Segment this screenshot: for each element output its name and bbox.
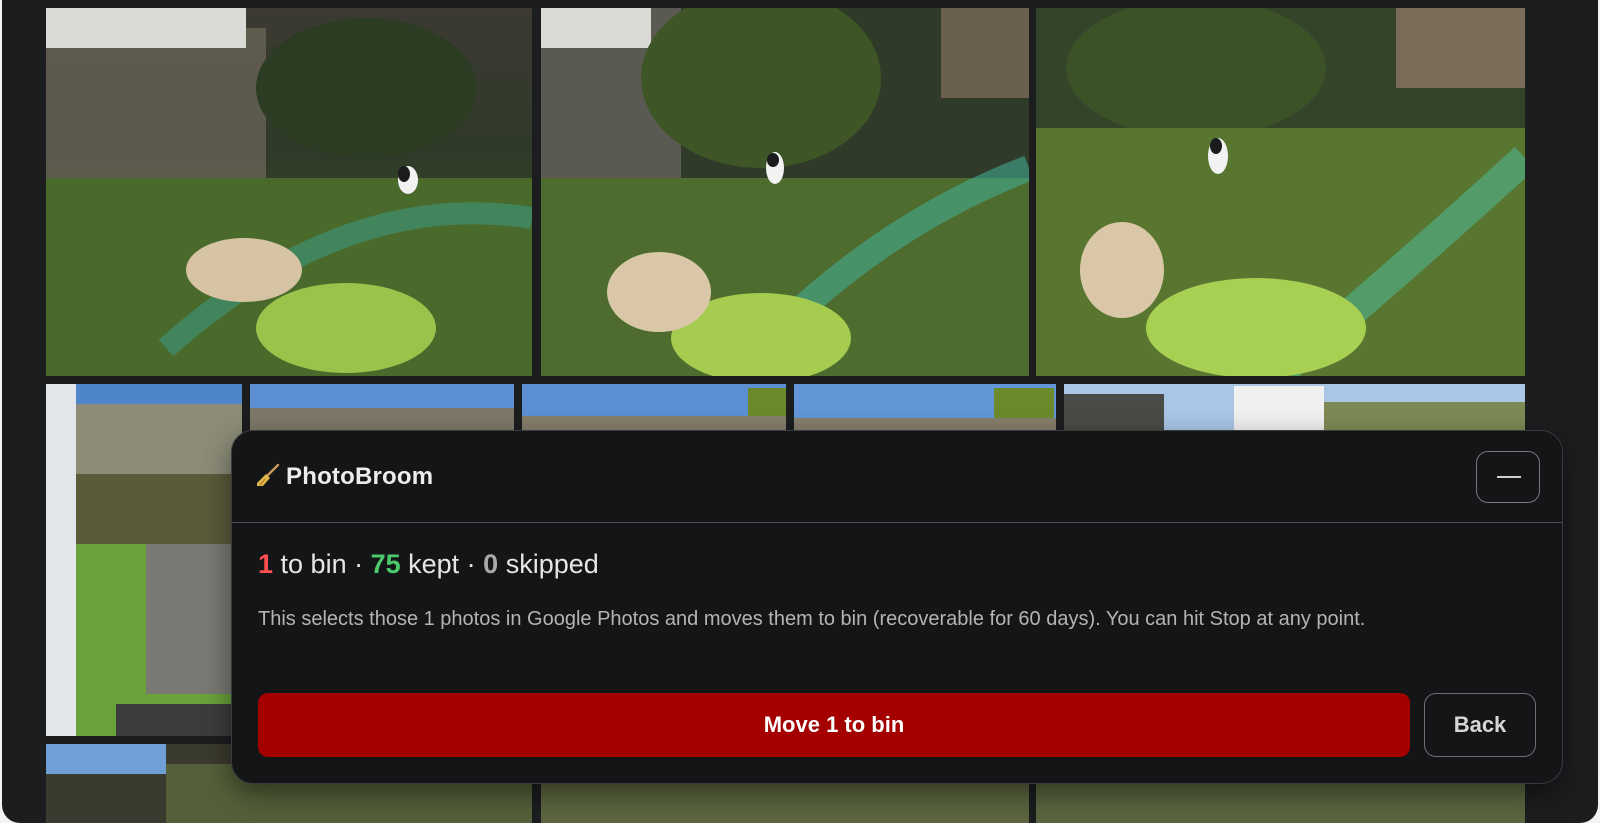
kept-count: 75 xyxy=(370,549,401,579)
description-text: This selects those 1 photos in Google Ph… xyxy=(258,608,1366,630)
skipped-label: skipped xyxy=(498,549,599,579)
broom-icon xyxy=(257,463,280,486)
bin-label: to bin · xyxy=(273,549,371,579)
photo-thumbnail[interactable] xyxy=(250,384,514,430)
minus-icon xyxy=(1497,476,1521,478)
kept-label: kept · xyxy=(400,549,484,579)
panel-title: PhotoBroom xyxy=(286,463,434,490)
photo-thumbnail[interactable] xyxy=(46,384,242,736)
photos-window: PhotoBroom 1 to bin · 75 kept · 0 skippe… xyxy=(2,0,1598,823)
bin-count: 1 xyxy=(258,549,274,579)
photo-thumbnail[interactable] xyxy=(541,8,1029,376)
photo-thumbnail[interactable] xyxy=(1036,8,1525,376)
photo-thumbnail[interactable] xyxy=(46,8,532,376)
photo-thumbnail[interactable] xyxy=(794,384,1056,430)
summary-stats: 1 to bin · 75 kept · 0 skipped xyxy=(258,549,599,580)
skipped-count: 0 xyxy=(483,549,499,579)
photobroom-panel: PhotoBroom 1 to bin · 75 kept · 0 skippe… xyxy=(231,430,1563,784)
move-to-bin-button[interactable]: Move 1 to bin xyxy=(258,693,1410,757)
photo-thumbnail[interactable] xyxy=(522,384,786,430)
panel-header: PhotoBroom xyxy=(232,431,1562,523)
back-button[interactable]: Back xyxy=(1424,693,1536,757)
minimize-button[interactable] xyxy=(1476,451,1540,503)
photo-thumbnail[interactable] xyxy=(1064,384,1525,430)
